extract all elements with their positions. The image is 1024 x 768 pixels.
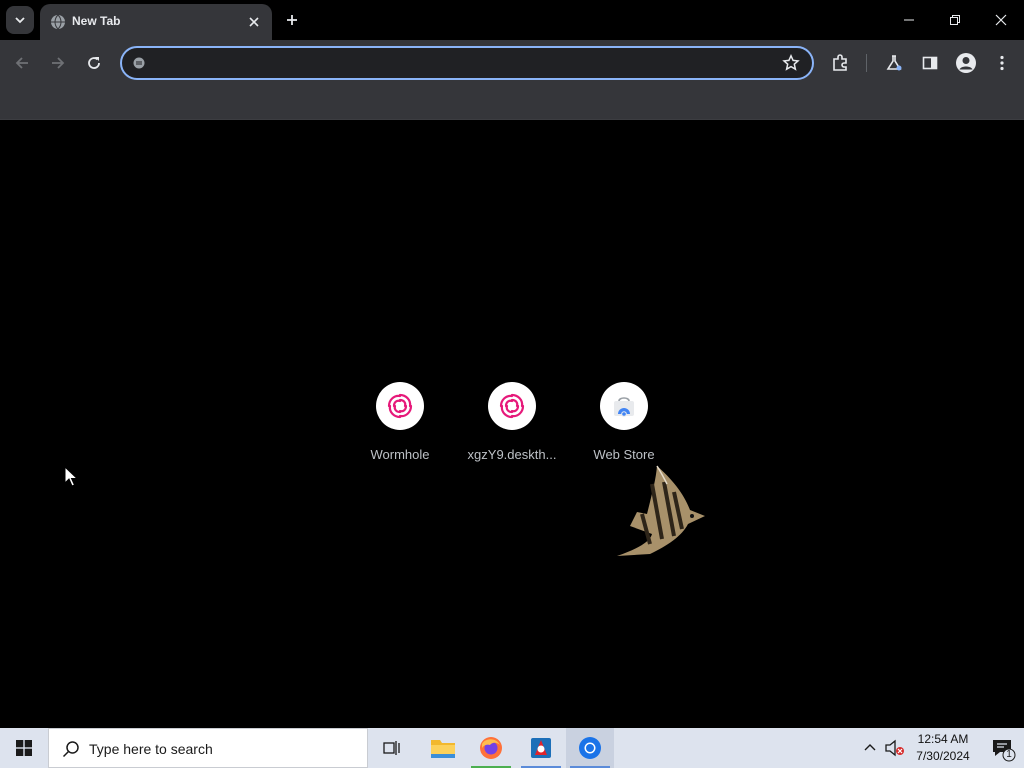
kebab-menu-icon (1000, 55, 1004, 71)
minimize-button[interactable] (886, 0, 932, 40)
chrome-icon (579, 737, 601, 759)
close-icon (249, 17, 259, 27)
tab-strip: New Tab (0, 0, 1024, 40)
volume-muted-icon (885, 739, 904, 757)
close-icon (995, 14, 1007, 26)
restore-button[interactable] (932, 0, 978, 40)
side-panel-icon (922, 56, 938, 70)
show-hidden-icons-button[interactable] (860, 738, 880, 758)
taskbar-firefox[interactable] (467, 728, 515, 768)
search-placeholder: Type here to search (89, 741, 213, 757)
address-input[interactable] (152, 52, 772, 74)
avatar-icon (956, 53, 976, 73)
shortcut-tile-web-store[interactable]: Web Store (568, 374, 680, 474)
shortcut-label: xgzY9.deskth... (467, 447, 557, 462)
arrow-right-icon (52, 57, 65, 69)
close-window-button[interactable] (978, 0, 1024, 40)
folder-icon (431, 740, 455, 758)
tab-title: New Tab (72, 14, 121, 28)
taskbar-app-red[interactable] (517, 728, 565, 768)
flask-icon (886, 55, 902, 71)
address-bar[interactable] (120, 46, 814, 80)
side-panel-button[interactable] (917, 50, 943, 76)
wormhole-logo-icon (387, 393, 413, 419)
taskbar-chrome[interactable] (566, 728, 614, 768)
reload-button[interactable] (81, 50, 107, 76)
chevron-up-icon (864, 744, 876, 751)
labs-button[interactable] (881, 50, 907, 76)
taskbar-file-explorer[interactable] (419, 728, 467, 768)
windows-logo-icon (16, 740, 32, 756)
bookmark-star-icon[interactable] (782, 54, 800, 72)
new-tab-button[interactable] (280, 8, 304, 32)
new-tab-page: Wormhole xgzY9.deskth... Web Store (0, 121, 1024, 728)
app-icon (531, 738, 551, 758)
angelfish-image (617, 465, 705, 556)
firefox-icon (480, 737, 502, 759)
shortcut-tile-xgzy9[interactable]: xgzY9.deskth... (456, 374, 568, 474)
reload-icon (88, 57, 100, 69)
task-view-button[interactable] (368, 728, 416, 768)
shortcut-icon-container (600, 382, 648, 430)
search-engine-icon (133, 57, 145, 69)
shortcut-label: Wormhole (370, 447, 430, 462)
mouse-cursor-icon (64, 466, 78, 487)
shortcut-tile-wormhole[interactable]: Wormhole (344, 374, 456, 474)
clock-time: 12:54 AM (917, 732, 969, 746)
puzzle-icon (833, 54, 847, 71)
shortcut-icon-container (376, 382, 424, 430)
windows-taskbar: Type here to search 12:54 AM 7/30/2024 1 (0, 728, 1024, 768)
restore-icon (950, 15, 960, 25)
task-view-icon (383, 741, 400, 755)
tab-search-button[interactable] (6, 6, 34, 34)
toolbar-divider (866, 54, 867, 72)
forward-button[interactable] (45, 50, 71, 76)
globe-icon (51, 14, 65, 30)
plus-icon (287, 15, 297, 25)
system-clock[interactable]: 12:54 AM 7/30/2024 (908, 731, 978, 765)
shortcut-icon-container (488, 382, 536, 430)
bookmarks-bar (0, 86, 1024, 120)
extensions-button[interactable] (827, 50, 853, 76)
chevron-down-icon (15, 17, 25, 24)
menu-button[interactable] (989, 50, 1015, 76)
arrow-left-icon (15, 57, 28, 69)
clock-date: 7/30/2024 (916, 749, 970, 763)
tab-close-button[interactable] (244, 12, 264, 32)
taskbar-search-box[interactable]: Type here to search (48, 728, 368, 768)
back-button[interactable] (9, 50, 35, 76)
search-icon (62, 741, 79, 758)
wormhole-logo-icon (499, 393, 525, 419)
notification-count-badge: 1 (1006, 749, 1012, 760)
volume-button[interactable] (884, 738, 906, 758)
chrome-web-store-icon (614, 397, 634, 417)
action-center-button[interactable]: 1 (990, 736, 1016, 762)
profile-button[interactable] (953, 50, 979, 76)
shortcut-label: Web Store (593, 447, 655, 462)
minimize-icon (904, 19, 914, 21)
start-button[interactable] (0, 728, 48, 768)
tab-new-tab[interactable]: New Tab (40, 4, 272, 40)
